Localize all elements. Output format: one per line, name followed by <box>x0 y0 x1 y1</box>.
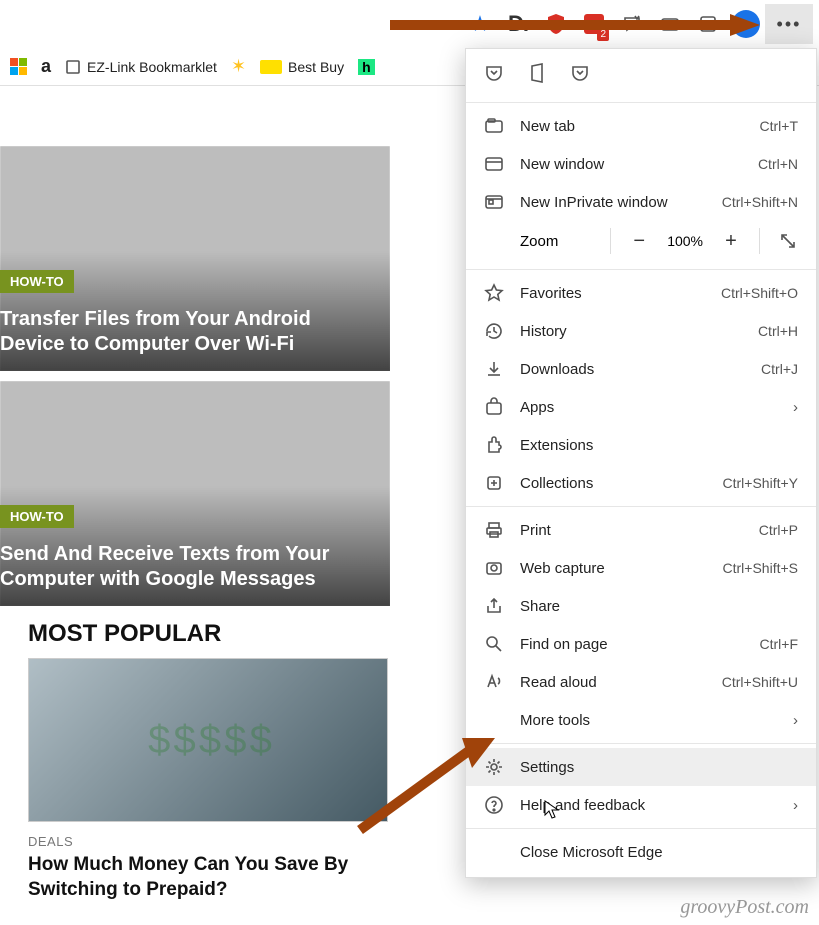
extension-d-icon[interactable]: D. <box>499 5 537 43</box>
bestbuy-tag-icon <box>260 60 282 74</box>
download-icon <box>484 359 504 379</box>
menu-favorites[interactable]: Favorites Ctrl+Shift+O <box>466 274 816 312</box>
menu-find[interactable]: Find on page Ctrl+F <box>466 625 816 663</box>
zoom-out-button[interactable]: − <box>625 227 653 255</box>
collections-icon[interactable] <box>689 5 727 43</box>
popular-headline: How Much Money Can You Save By Switching… <box>28 853 388 902</box>
pocket-icon[interactable] <box>484 63 504 88</box>
help-icon <box>484 795 504 815</box>
menu-extensions[interactable]: Extensions <box>466 426 816 464</box>
zoom-value: 100% <box>667 233 703 249</box>
menu-history[interactable]: History Ctrl+H <box>466 312 816 350</box>
menu-collections[interactable]: Collections Ctrl+Shift+Y <box>466 464 816 502</box>
bookmark-label: Best Buy <box>288 59 344 75</box>
menu-close-edge[interactable]: Close Microsoft Edge <box>466 833 816 871</box>
menu-more-tools[interactable]: More tools › <box>466 701 816 739</box>
article-tag: HOW-TO <box>0 505 74 528</box>
gear-icon <box>484 757 504 777</box>
menu-print[interactable]: Print Ctrl+P <box>466 511 816 549</box>
pocket-icon[interactable] <box>570 63 590 88</box>
settings-menu: New tab Ctrl+T New window Ctrl+N New InP… <box>465 48 817 878</box>
menu-help[interactable]: Help and feedback › <box>466 786 816 824</box>
zoom-in-button[interactable]: + <box>717 227 745 255</box>
badge-count: 2 <box>597 29 609 41</box>
menu-share[interactable]: Share <box>466 587 816 625</box>
bookmark-label: EZ-Link Bookmarklet <box>87 59 217 75</box>
profile-avatar[interactable]: ● <box>727 5 765 43</box>
print-icon <box>484 520 504 540</box>
office-icon[interactable] <box>528 63 546 88</box>
bookmark-ezlink[interactable]: EZ-Link Bookmarklet <box>65 59 217 75</box>
extension-chat-icon[interactable] <box>613 5 651 43</box>
menu-extension-row <box>466 49 816 98</box>
collections-icon <box>484 473 504 493</box>
menu-apps[interactable]: Apps › <box>466 388 816 426</box>
menu-settings[interactable]: Settings <box>466 748 816 786</box>
popular-card[interactable]: $ $ $ $ $ DEALS How Much Money Can You S… <box>28 658 388 902</box>
inprivate-icon <box>484 192 504 212</box>
bookmark-microsoft[interactable] <box>10 58 27 75</box>
extension-lastpass-icon[interactable]: 2 <box>575 5 613 43</box>
menu-read-aloud[interactable]: Read aloud Ctrl+Shift+U <box>466 663 816 701</box>
menu-web-capture[interactable]: Web capture Ctrl+Shift+S <box>466 549 816 587</box>
settings-and-more-button[interactable]: ••• <box>765 4 813 44</box>
article-title: Send And Receive Texts from Your Compute… <box>0 542 382 592</box>
menu-new-tab[interactable]: New tab Ctrl+T <box>466 107 816 145</box>
bookmark-bestbuy[interactable]: Best Buy <box>260 59 344 75</box>
fullscreen-button[interactable] <box>774 227 802 255</box>
search-icon <box>484 634 504 654</box>
article-card[interactable]: HOW-TO Transfer Files from Your Android … <box>0 146 390 371</box>
favorites-star-icon[interactable]: ★ <box>461 5 499 43</box>
bookmark-hulu[interactable]: h <box>358 59 375 75</box>
puzzle-icon <box>484 435 504 455</box>
popular-thumb: $ $ $ $ $ <box>28 658 388 822</box>
chevron-right-icon: › <box>793 797 798 814</box>
extension-shield-icon[interactable] <box>537 5 575 43</box>
share-icon <box>484 596 504 616</box>
window-icon <box>484 154 504 174</box>
star-icon <box>484 283 504 303</box>
read-aloud-icon <box>484 672 504 692</box>
new-tab-icon <box>484 116 504 136</box>
capture-icon <box>484 558 504 578</box>
menu-downloads[interactable]: Downloads Ctrl+J <box>466 350 816 388</box>
menu-new-inprivate[interactable]: New InPrivate window Ctrl+Shift+N <box>466 183 816 221</box>
extension-robot-icon[interactable] <box>651 5 689 43</box>
chevron-right-icon: › <box>793 399 798 416</box>
chevron-right-icon: › <box>793 712 798 729</box>
bookmark-amazon[interactable]: a <box>41 56 51 77</box>
popular-category: DEALS <box>28 834 388 849</box>
browser-toolbar: ★ D. 2 ● ••• <box>0 0 819 48</box>
apps-icon <box>484 397 504 417</box>
article-card[interactable]: HOW-TO Send And Receive Texts from Your … <box>0 381 390 606</box>
menu-zoom: Zoom − 100% + <box>466 221 816 265</box>
article-tag: HOW-TO <box>0 270 74 293</box>
menu-new-window[interactable]: New window Ctrl+N <box>466 145 816 183</box>
history-icon <box>484 321 504 341</box>
bookmark-walmart[interactable]: ✶ <box>231 56 246 77</box>
article-title: Transfer Files from Your Android Device … <box>0 307 382 357</box>
